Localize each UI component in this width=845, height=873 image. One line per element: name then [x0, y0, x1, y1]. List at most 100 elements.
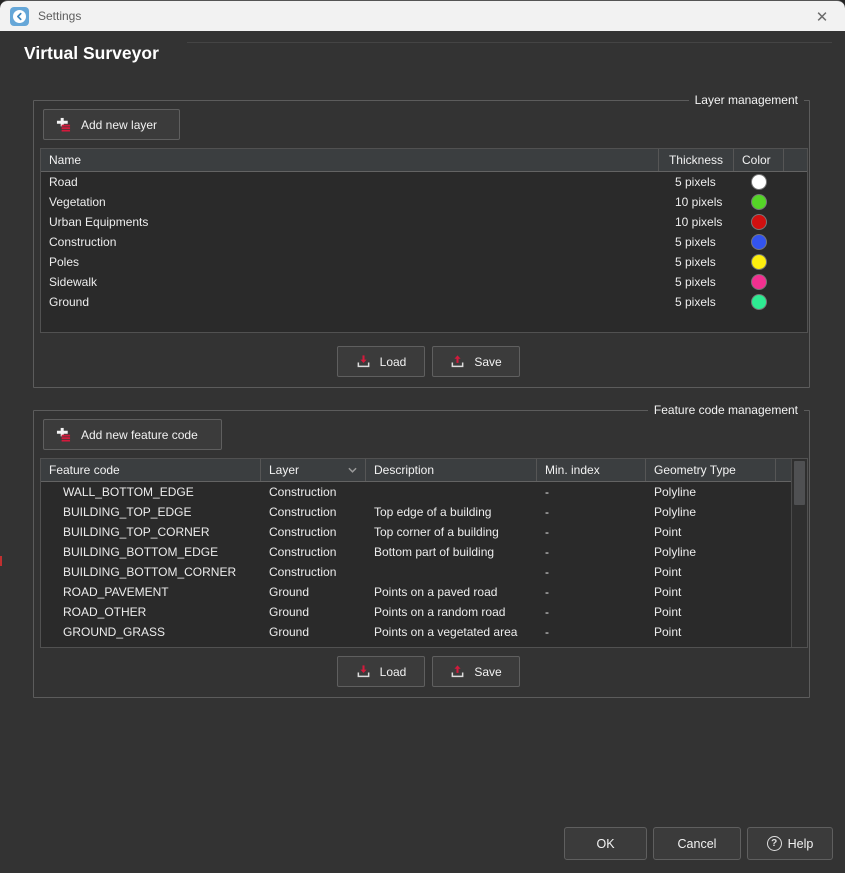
feature-geometry-type: Polyline — [646, 505, 776, 519]
layer-table-row[interactable]: Poles 5 pixels — [41, 252, 807, 272]
layer-table: Name Thickness Color Road 5 pixels Veget… — [40, 148, 808, 333]
feature-geometry-type: Point — [646, 605, 776, 619]
layer-table-row[interactable]: Urban Equipments 10 pixels — [41, 212, 807, 232]
column-header-geometry-type[interactable]: Geometry Type — [646, 459, 776, 481]
layer-color-cell — [734, 254, 784, 270]
help-label: Help — [788, 837, 814, 851]
layer-table-row[interactable]: Construction 5 pixels — [41, 232, 807, 252]
vertical-scrollbar[interactable] — [791, 459, 807, 647]
feature-description: Points on a vegetated area — [366, 625, 537, 639]
feature-layer: Ground — [261, 585, 366, 599]
feature-description: Top edge of a building — [366, 505, 537, 519]
column-header-name[interactable]: Name — [41, 149, 659, 171]
save-upload-icon — [450, 664, 465, 679]
feature-load-button[interactable]: Load — [337, 656, 425, 687]
feature-layer: Ground — [261, 625, 366, 639]
layer-table-body: Road 5 pixels Vegetation 10 pixels Urban… — [41, 172, 807, 312]
feature-layer: Construction — [261, 545, 366, 559]
layer-name: Sidewalk — [41, 275, 665, 289]
feature-load-label: Load — [380, 665, 407, 679]
layer-color-cell — [734, 174, 784, 190]
layer-thickness: 5 pixels — [665, 235, 734, 249]
feature-code: GROUND_GRASS — [41, 625, 261, 639]
feature-table-row[interactable]: BUILDING_TOP_CORNER Construction Top cor… — [41, 522, 807, 542]
layer-color-swatch[interactable] — [751, 274, 767, 290]
layer-load-label: Load — [380, 355, 407, 369]
column-header-thickness[interactable]: Thickness — [659, 149, 734, 171]
heading-divider — [187, 42, 832, 43]
layer-color-swatch[interactable] — [751, 254, 767, 270]
column-header-min-index[interactable]: Min. index — [537, 459, 646, 481]
feature-min-index: - — [537, 485, 646, 499]
feature-geometry-type: Point — [646, 565, 776, 579]
layer-thickness: 5 pixels — [665, 175, 734, 189]
column-header-color[interactable]: Color — [734, 149, 784, 171]
layer-name: Poles — [41, 255, 665, 269]
feature-code-table: Feature code Layer Description Min. inde… — [40, 458, 808, 648]
ok-button[interactable]: OK — [564, 827, 647, 860]
column-header-layer-label: Layer — [269, 463, 299, 477]
left-edge-artifact — [0, 556, 2, 566]
settings-window: Settings ✕ Virtual Surveyor Layer manage… — [0, 0, 845, 873]
column-header-layer[interactable]: Layer — [261, 459, 366, 481]
feature-save-label: Save — [474, 665, 501, 679]
help-button[interactable]: ? Help — [747, 827, 833, 860]
feature-table-row[interactable]: BUILDING_BOTTOM_CORNER Construction - Po… — [41, 562, 807, 582]
feature-min-index: - — [537, 525, 646, 539]
feature-description: Points on a random road — [366, 605, 537, 619]
feature-geometry-type: Point — [646, 525, 776, 539]
feature-table-row[interactable]: ROAD_PAVEMENT Ground Points on a paved r… — [41, 582, 807, 602]
help-question-icon: ? — [767, 836, 782, 851]
layer-thickness: 5 pixels — [665, 275, 734, 289]
layer-color-cell — [734, 214, 784, 230]
layer-table-header: Name Thickness Color — [41, 149, 807, 172]
feature-geometry-type: Point — [646, 625, 776, 639]
feature-code: ROAD_OTHER — [41, 605, 261, 619]
feature-code: BUILDING_TOP_EDGE — [41, 505, 261, 519]
layer-name: Road — [41, 175, 665, 189]
feature-table-row[interactable]: BUILDING_BOTTOM_EDGE Construction Bottom… — [41, 542, 807, 562]
add-new-layer-button[interactable]: Add new layer — [43, 109, 180, 140]
feature-code: BUILDING_TOP_CORNER — [41, 525, 261, 539]
layer-color-swatch[interactable] — [751, 174, 767, 190]
layer-table-row[interactable]: Ground 5 pixels — [41, 292, 807, 312]
feature-layer: Ground — [261, 605, 366, 619]
feature-table-row[interactable]: GROUND_GRASS Ground Points on a vegetate… — [41, 622, 807, 642]
load-download-icon — [356, 664, 371, 679]
layer-color-swatch[interactable] — [751, 214, 767, 230]
layer-color-swatch[interactable] — [751, 194, 767, 210]
layer-name: Vegetation — [41, 195, 665, 209]
feature-layer: Construction — [261, 525, 366, 539]
add-new-layer-label: Add new layer — [81, 118, 157, 132]
feature-min-index: - — [537, 505, 646, 519]
layer-thickness: 10 pixels — [665, 215, 734, 229]
layer-save-button[interactable]: Save — [432, 346, 520, 377]
column-header-description[interactable]: Description — [366, 459, 537, 481]
cancel-button[interactable]: Cancel — [653, 827, 741, 860]
add-new-feature-code-button[interactable]: Add new feature code — [43, 419, 222, 450]
feature-table-row[interactable]: WALL_BOTTOM_EDGE Construction - Polyline — [41, 482, 807, 502]
feature-code: BUILDING_BOTTOM_CORNER — [41, 565, 261, 579]
page-title: Virtual Surveyor — [24, 43, 159, 64]
feature-table-body: WALL_BOTTOM_EDGE Construction - Polyline… — [41, 482, 807, 642]
feature-layer: Construction — [261, 485, 366, 499]
feature-geometry-type: Polyline — [646, 545, 776, 559]
layer-load-button[interactable]: Load — [337, 346, 425, 377]
add-new-feature-code-label: Add new feature code — [81, 428, 198, 442]
close-icon[interactable]: ✕ — [810, 5, 834, 29]
add-layer-icon — [56, 117, 71, 132]
layer-thickness: 5 pixels — [665, 295, 734, 309]
feature-code: ROAD_PAVEMENT — [41, 585, 261, 599]
layer-table-row[interactable]: Vegetation 10 pixels — [41, 192, 807, 212]
layer-table-row[interactable]: Road 5 pixels — [41, 172, 807, 192]
column-header-feature-code[interactable]: Feature code — [41, 459, 261, 481]
feature-table-row[interactable]: ROAD_OTHER Ground Points on a random roa… — [41, 602, 807, 622]
feature-save-button[interactable]: Save — [432, 656, 520, 687]
column-header-filler — [784, 149, 807, 171]
layer-name: Construction — [41, 235, 665, 249]
layer-table-row[interactable]: Sidewalk 5 pixels — [41, 272, 807, 292]
feature-table-row[interactable]: BUILDING_TOP_EDGE Construction Top edge … — [41, 502, 807, 522]
layer-color-swatch[interactable] — [751, 234, 767, 250]
layer-color-swatch[interactable] — [751, 294, 767, 310]
scrollbar-thumb[interactable] — [794, 461, 805, 505]
